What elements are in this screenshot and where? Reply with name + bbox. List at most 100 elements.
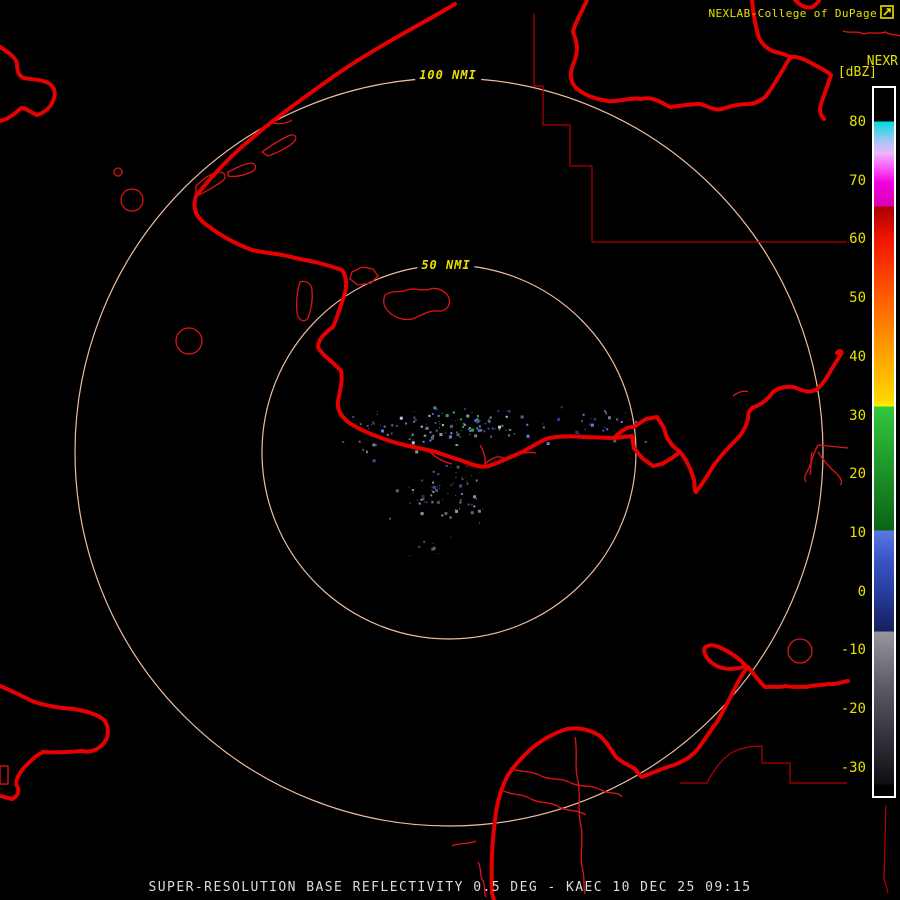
echo-pixel — [471, 429, 474, 432]
echo-pixel — [412, 441, 415, 444]
range-rings — [75, 78, 823, 826]
echo-pixel — [460, 418, 462, 420]
colorbar-tick-40: 40 — [849, 349, 866, 365]
echo-pixel — [441, 515, 443, 517]
echo-pixel — [366, 451, 368, 453]
echo-pixel — [462, 478, 464, 480]
echo-pixel — [604, 427, 605, 428]
echo-pixel — [421, 499, 423, 501]
echo-pixel — [439, 423, 440, 424]
echo-pixel — [469, 434, 470, 435]
echo-pixel — [543, 427, 545, 429]
echo-pixel — [426, 424, 427, 425]
echo-pixel — [462, 426, 464, 428]
echo-pixel — [423, 541, 425, 543]
echo-pixel — [424, 502, 425, 503]
echo-pixel — [607, 430, 608, 431]
echo-pixel — [430, 431, 432, 433]
echo-pixel — [471, 475, 472, 476]
echo-pixel — [423, 441, 425, 443]
echo-pixel — [492, 428, 494, 430]
echo-pixel — [426, 427, 429, 430]
echo-pixel — [488, 428, 490, 430]
echo-pixel — [429, 440, 431, 442]
echo-pixel — [432, 482, 434, 484]
colorbar-tick--10: -10 — [841, 642, 866, 658]
range-ring-label-100: 100 NMI — [415, 67, 481, 83]
echo-pixel — [645, 441, 647, 443]
echo-pixel — [381, 430, 384, 433]
echo-pixel — [473, 495, 476, 498]
echo-pixel — [602, 430, 604, 432]
colorbar-tick-80: 80 — [849, 114, 866, 130]
echo-pixel — [459, 485, 462, 488]
echo-pixel — [446, 414, 449, 417]
echo-pixel — [374, 424, 375, 425]
echo-pixel — [514, 433, 515, 434]
echo-pixel — [372, 422, 374, 424]
echo-pixel — [371, 424, 372, 425]
coastline — [0, 0, 848, 900]
echo-pixel — [438, 415, 440, 417]
echo-pixel — [526, 424, 528, 426]
echo-pixel — [450, 537, 451, 538]
echo-pixel — [490, 436, 492, 438]
echo-pixel — [497, 410, 499, 412]
echo-pixel — [352, 416, 354, 418]
echo-pixel — [417, 500, 418, 501]
echo-pixel — [413, 421, 415, 423]
echo-pixel — [414, 411, 415, 412]
echo-pixel — [464, 408, 466, 410]
echo-pixel — [409, 438, 411, 440]
echo-pixel — [439, 488, 440, 489]
echo-pixel — [396, 425, 398, 427]
echo-pixel — [428, 415, 430, 417]
echo-pixel — [359, 441, 361, 443]
echo-pixel — [489, 419, 490, 420]
echo-pixel — [506, 410, 507, 411]
echo-pixel — [594, 418, 596, 420]
colorbar-units: [dBZ] — [838, 65, 877, 80]
echo-pixel — [527, 435, 530, 438]
echo-pixel — [485, 423, 486, 424]
echo-pixel — [501, 425, 503, 427]
echo-pixel — [411, 436, 412, 437]
echo-pixel — [437, 501, 440, 504]
echo-pixel — [430, 494, 432, 496]
echo-pixel — [412, 434, 414, 436]
echo-pixel — [457, 433, 460, 436]
echo-pixel — [444, 512, 447, 515]
echo-pixel — [616, 419, 618, 421]
echo-pixel — [461, 493, 463, 495]
echo-pixel — [589, 424, 591, 426]
echo-pixel — [456, 424, 457, 425]
echo-pixel — [442, 413, 443, 414]
echo-pixel — [415, 419, 416, 420]
echo-pixel — [453, 411, 455, 413]
echo-pixel — [432, 490, 433, 491]
echo-pixel — [462, 477, 463, 478]
echo-pixel — [621, 421, 623, 423]
echo-pixel — [439, 433, 442, 436]
echo-pixel — [476, 498, 477, 499]
echo-pixel — [413, 417, 415, 419]
echo-pixel — [451, 467, 452, 468]
county-boundaries — [534, 13, 888, 893]
echo-pixel — [413, 440, 414, 441]
echo-pixel — [372, 443, 375, 446]
echo-pixel — [509, 429, 511, 431]
echo-pixel — [585, 429, 586, 430]
echo-pixel — [581, 420, 583, 422]
echo-pixel — [342, 441, 344, 443]
echo-pixel — [456, 432, 457, 433]
echo-pixel — [591, 418, 592, 419]
echo-pixel — [456, 472, 457, 473]
echo-pixel — [442, 499, 443, 500]
range-ring-label-50: 50 NMI — [417, 257, 474, 273]
colorbar-tick-60: 60 — [849, 231, 866, 247]
echo-pixel — [445, 432, 446, 433]
echo-pixel — [625, 412, 626, 413]
echo-pixel — [421, 512, 424, 515]
radar-map — [0, 0, 900, 900]
echo-pixel — [433, 543, 434, 544]
